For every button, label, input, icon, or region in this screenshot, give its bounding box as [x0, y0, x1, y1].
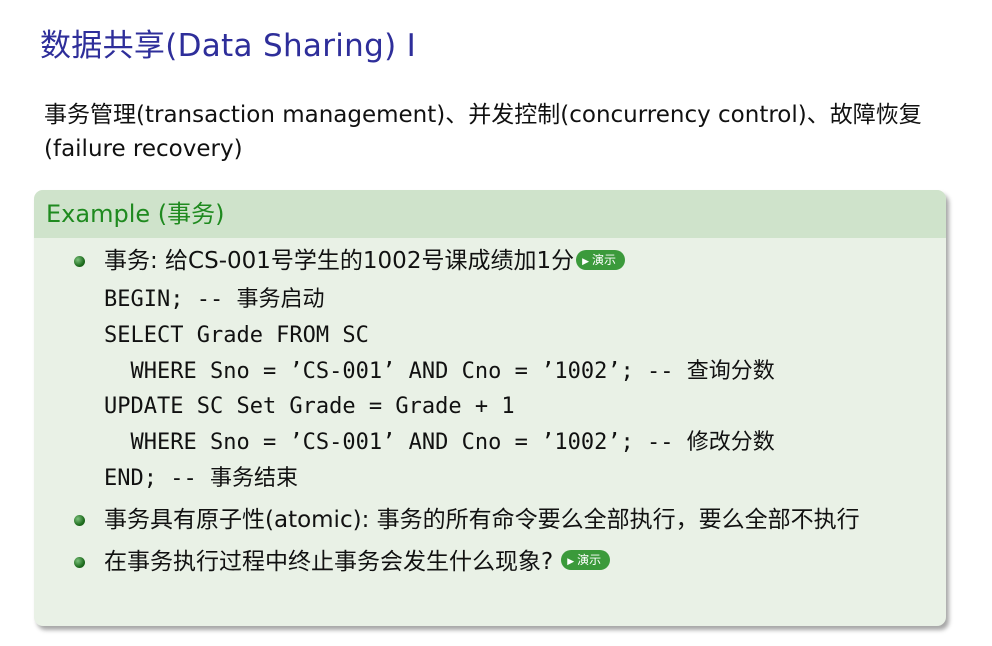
demo-button-label: 演示 — [577, 553, 602, 568]
item-text: 事务具有原子性(atomic): 事务的所有命令要么全部执行，要么全部不执行 — [104, 506, 860, 533]
example-block-body: 事务: 给CS-001号学生的1002号课成绩加1分 ▶ 演示 BEGIN; -- … — [34, 238, 946, 579]
slide-title: 数据共享(Data Sharing) I — [40, 28, 417, 64]
code-line: WHERE Sno = ’CS-001’ AND Cno = ’1002’; -… — [104, 430, 775, 456]
code-line: SELECT Grade FROM SC — [104, 322, 369, 348]
list-item: 在事务执行过程中终止事务会发生什么现象? ▶ 演示 — [74, 545, 946, 579]
list-item: 事务具有原子性(atomic): 事务的所有命令要么全部执行，要么全部不执行 — [74, 503, 914, 537]
play-icon: ▶ — [567, 557, 575, 568]
item-text: 在事务执行过程中终止事务会发生什么现象? — [104, 548, 554, 575]
code-line: END; -- 事务结束 — [104, 465, 298, 491]
code-line: WHERE Sno = ’CS-001’ AND Cno = ’1002’; -… — [104, 358, 775, 384]
bullet-icon — [74, 514, 85, 526]
code-line: BEGIN; -- 事务启动 — [104, 287, 325, 312]
list-item: 事务: 给CS-001号学生的1002号课成绩加1分 ▶ 演示 — [74, 244, 946, 278]
demo-button[interactable]: ▶ 演示 — [561, 550, 611, 571]
code-line: UPDATE SC Set Grade = Grade + 1 — [104, 394, 515, 420]
demo-button-label: 演示 — [592, 252, 617, 267]
demo-button[interactable]: ▶ 演示 — [576, 249, 626, 270]
example-block-header: Example (事务) — [34, 190, 946, 238]
intro-paragraph: 事务管理(transaction management)、并发控制(concur… — [44, 102, 922, 162]
example-block: Example (事务) 事务: 给CS-001号学生的1002号课成绩加1分 ▶… — [34, 190, 946, 626]
bullet-icon — [74, 556, 85, 568]
sql-code-block: BEGIN; -- 事务启动 SELECT Grade FROM SC WHER… — [104, 282, 946, 497]
item-text: 事务: 给CS-001号学生的1002号课成绩加1分 — [104, 248, 575, 274]
play-icon: ▶ — [582, 256, 590, 267]
bullet-icon — [74, 256, 85, 267]
